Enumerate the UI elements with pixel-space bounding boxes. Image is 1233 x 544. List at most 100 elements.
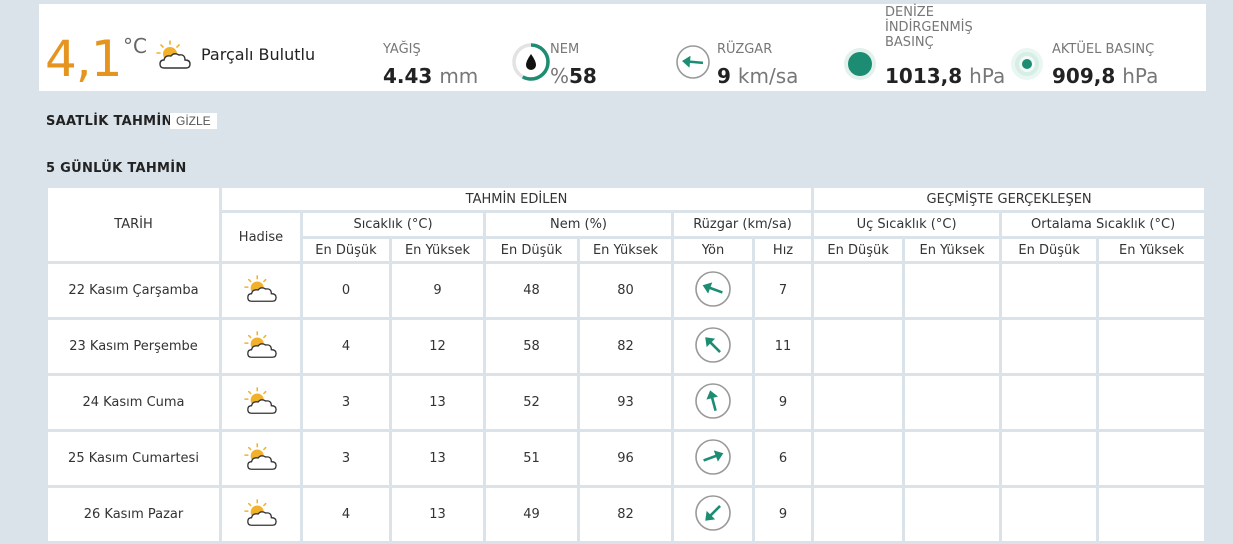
humidity-header: Nem (%) (486, 213, 671, 236)
humidity-high-cell: 93 (580, 376, 671, 429)
avg-high-header: En Yüksek (1099, 239, 1205, 261)
sea-pressure-label-line: BASINÇ (885, 35, 934, 50)
temp-low-cell: 3 (303, 432, 389, 485)
sea-pressure-label-line: İNDİRGENMİŞ (885, 20, 973, 35)
extreme-low-cell (814, 320, 903, 373)
humidity-high-cell: 82 (580, 488, 671, 541)
partly-cloudy-icon (222, 320, 300, 373)
avg-low-cell (1002, 432, 1097, 485)
extreme-low-cell (814, 488, 903, 541)
humidity-low-cell: 48 (486, 264, 577, 317)
humidity-high-cell: 82 (580, 320, 671, 373)
temp-high-cell: 13 (392, 488, 483, 541)
date-cell: 25 Kasım Cumartesi (48, 432, 219, 485)
five-day-forecast-title: 5 GÜNLÜK TAHMİN (46, 161, 187, 176)
avg-high-cell (1099, 488, 1205, 541)
precip-label: YAĞIŞ (383, 42, 421, 57)
hourly-forecast-title: SAATLİK TAHMİN (46, 114, 173, 129)
wind-header: Rüzgar (km/sa) (674, 213, 812, 236)
droplet-icon (526, 54, 536, 70)
avg-high-cell (1099, 432, 1205, 485)
temp-low-cell: 3 (303, 376, 389, 429)
avg-low-cell (1002, 264, 1097, 317)
avg-low-cell (1002, 320, 1097, 373)
temp-high-cell: 13 (392, 432, 483, 485)
humidity-low-cell: 58 (486, 320, 577, 373)
temp-low-header: En Düşük (303, 239, 389, 261)
date-cell: 22 Kasım Çarşamba (48, 264, 219, 317)
date-cell: 23 Kasım Perşembe (48, 320, 219, 373)
temp-low-cell: 0 (303, 264, 389, 317)
actual-pressure-unit: hPa (1122, 64, 1159, 88)
humidity-number: 58 (569, 64, 597, 88)
wind-direction-header: Yön (674, 239, 752, 261)
precip-value: 4.43 mm (383, 64, 478, 88)
wind-value: 9 km/sa (717, 64, 798, 88)
extreme-high-header: En Yüksek (905, 239, 1000, 261)
wind-speed-cell: 9 (755, 488, 812, 541)
humidity-high-cell: 96 (580, 432, 671, 485)
wind-direction-icon (676, 45, 710, 79)
wind-speed-cell: 9 (755, 376, 812, 429)
avg-low-cell (1002, 376, 1097, 429)
humidity-high-cell: 80 (580, 264, 671, 317)
humidity-prefix: % (550, 64, 570, 88)
temp-low-cell: 4 (303, 320, 389, 373)
precip-unit: mm (439, 64, 479, 88)
wind-label: RÜZGAR (717, 42, 773, 57)
extreme-low-header: En Düşük (814, 239, 903, 261)
temp-high-header: En Yüksek (392, 239, 483, 261)
table-row: 26 Kasım Pazar 4 13 49 82 9 (48, 488, 1205, 541)
avg-low-cell (1002, 488, 1097, 541)
humidity-low-cell: 52 (486, 376, 577, 429)
table-row: 22 Kasım Çarşamba 0 9 48 80 7 (48, 264, 1205, 317)
wind-direction-icon (674, 264, 752, 317)
date-header: TARİH (48, 188, 219, 261)
sea-pressure-icon (844, 48, 876, 80)
wind-number: 9 (717, 64, 731, 88)
avg-high-cell (1099, 320, 1205, 373)
avg-temp-header: Ortalama Sıcaklık (°C) (1002, 213, 1205, 236)
current-conditions-panel: 4,1 °C Parçalı Bulutlu YAĞIŞ 4.43 mm NEM… (39, 4, 1206, 91)
temp-high-cell: 12 (392, 320, 483, 373)
partly-cloudy-icon (222, 432, 300, 485)
date-cell: 24 Kasım Cuma (48, 376, 219, 429)
sea-pressure-unit: hPa (969, 64, 1006, 88)
table-row: 25 Kasım Cumartesi 3 13 51 96 6 (48, 432, 1205, 485)
date-cell: 26 Kasım Pazar (48, 488, 219, 541)
extreme-high-cell (905, 264, 1000, 317)
humidity-low-header: En Düşük (486, 239, 577, 261)
condition-text: Parçalı Bulutlu (201, 45, 316, 64)
extreme-high-cell (905, 320, 1000, 373)
actual-pressure-value: 909,8 hPa (1052, 64, 1158, 88)
hide-hourly-button[interactable]: GİZLE (170, 113, 217, 129)
wind-direction-icon (674, 432, 752, 485)
actual-pressure-number: 909,8 (1052, 64, 1116, 88)
precip-number: 4.43 (383, 64, 433, 88)
five-day-table: TARİH TAHMİN EDİLEN GEÇMİŞTE GERÇEKLEŞEN… (45, 185, 1207, 544)
partly-cloudy-icon (222, 376, 300, 429)
temp-high-cell: 9 (392, 264, 483, 317)
temp-low-cell: 4 (303, 488, 389, 541)
extreme-temp-header: Uç Sıcaklık (°C) (814, 213, 1000, 236)
wind-speed-cell: 7 (755, 264, 812, 317)
past-group-header: GEÇMİŞTE GERÇEKLEŞEN (814, 188, 1205, 210)
avg-high-cell (1099, 376, 1205, 429)
extreme-low-cell (814, 376, 903, 429)
temp-high-cell: 13 (392, 376, 483, 429)
wind-direction-icon (674, 376, 752, 429)
avg-low-header: En Düşük (1002, 239, 1097, 261)
current-temperature: 4,1 (45, 30, 123, 88)
sea-pressure-label-line: DENİZE (885, 5, 934, 20)
table-row: 23 Kasım Perşembe 4 12 58 82 11 (48, 320, 1205, 373)
wind-speed-cell: 11 (755, 320, 812, 373)
table-row: 24 Kasım Cuma 3 13 52 93 9 (48, 376, 1205, 429)
sea-pressure-label: DENİZE İNDİRGENMİŞ BASINÇ (885, 5, 973, 50)
extreme-high-cell (905, 376, 1000, 429)
extreme-low-cell (814, 264, 903, 317)
humidity-value: %58 (550, 64, 597, 88)
wind-direction-icon (674, 488, 752, 541)
extreme-high-cell (905, 488, 1000, 541)
forecast-group-header: TAHMİN EDİLEN (222, 188, 812, 210)
partly-cloudy-icon (222, 264, 300, 317)
